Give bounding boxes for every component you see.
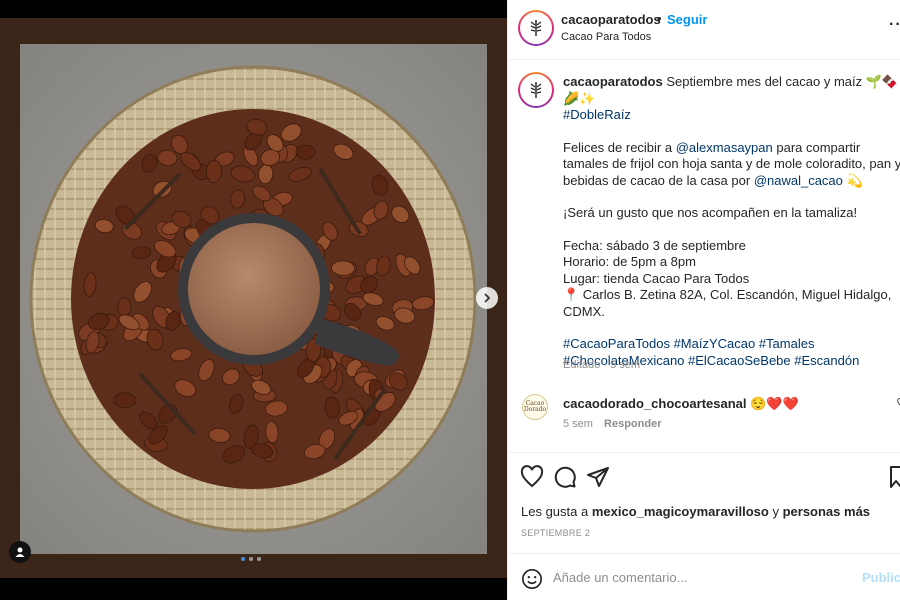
cacao-bean: [295, 144, 316, 160]
bookmark-icon[interactable]: [889, 465, 900, 492]
carousel-dot: [257, 557, 261, 561]
caption-username[interactable]: cacaoparatodos: [563, 74, 663, 89]
caption-avatar[interactable]: [518, 72, 554, 108]
post-date[interactable]: SEPTIEMBRE 2: [521, 528, 590, 538]
cacao-bean: [206, 159, 222, 183]
likes-user[interactable]: mexico_magicoymaravilloso: [592, 504, 769, 519]
caption-meta: Editado · 5 sem: [563, 359, 641, 371]
comment-text: 😌❤️❤️: [746, 396, 799, 411]
media-viewer: [0, 0, 507, 600]
emoji-icon[interactable]: [521, 568, 543, 593]
cacao-logo-icon: [530, 20, 542, 36]
post-location[interactable]: Cacao Para Todos: [561, 31, 651, 43]
event-address: 📍 Carlos B. Zetina 82A, Col. Escandón, M…: [563, 287, 892, 319]
comment-avatar[interactable]: Cacao Dorado: [522, 394, 548, 420]
next-image-button[interactable]: [476, 287, 498, 309]
post-header: cacaoparatodos • Seguir Cacao Para Todos…: [508, 0, 900, 60]
publish-button[interactable]: Publicar: [862, 570, 900, 585]
hashtag-link[interactable]: #DobleRaíz: [563, 107, 631, 122]
post-photo: [20, 44, 487, 554]
avatar-ring: [520, 74, 552, 106]
carousel-dot: [241, 557, 245, 561]
cacao-bean: [331, 260, 355, 276]
heart-icon[interactable]: [520, 465, 544, 492]
mention-link[interactable]: @alexmasaypan: [676, 140, 773, 155]
mention-link[interactable]: @nawal_cacao: [754, 173, 843, 188]
profile-avatar[interactable]: [518, 10, 554, 46]
reply-button[interactable]: Responder: [604, 418, 661, 430]
event-time: Horario: de 5pm a 8pm: [563, 254, 696, 269]
tagged-users-button[interactable]: [9, 541, 31, 563]
carousel-dots: [241, 557, 261, 561]
cacao-bean: [117, 297, 132, 317]
caption-text: Felices de recibir a: [563, 139, 676, 155]
event-place: Lugar: tienda Cacao Para Todos: [563, 270, 750, 286]
comment-form: Publicar: [508, 553, 900, 600]
share-icon[interactable]: [586, 465, 610, 492]
likes-others[interactable]: personas más: [783, 504, 870, 519]
comment-icon[interactable]: [553, 465, 577, 492]
caption-text: ¡Será un gusto que nos acompañen en la t…: [563, 205, 858, 220]
action-bar: Les gusta a mexico_magicoymaravilloso y …: [508, 452, 900, 600]
comment-meta: 5 sem Responder: [563, 418, 662, 430]
cacao-bean: [113, 392, 137, 409]
comment-input[interactable]: [553, 566, 853, 588]
cacao-photo-illustration: [20, 44, 487, 554]
caption-text: 💫: [842, 172, 863, 188]
follow-button[interactable]: Seguir: [667, 12, 707, 27]
avatar-ring: [520, 12, 552, 44]
cacao-logo-icon: [530, 82, 542, 98]
chevron-right-icon: [484, 293, 491, 303]
post-username[interactable]: cacaoparatodos: [561, 12, 661, 27]
comment-username[interactable]: cacaodorado_chocoartesanal: [563, 396, 747, 411]
carousel-dot: [249, 557, 253, 561]
comment-time: 5 sem: [563, 418, 593, 430]
likes-prefix: Les gusta a: [521, 504, 592, 519]
likes-middle: y: [768, 504, 783, 519]
comment-body: cacaodorado_chocoartesanal 😌❤️❤️: [563, 396, 799, 412]
user-icon: [15, 547, 25, 557]
separator-dot: •: [657, 11, 662, 26]
post-caption: cacaoparatodos Septiembre mes del cacao …: [563, 74, 900, 369]
post-panel: cacaoparatodos • Seguir Cacao Para Todos…: [507, 0, 900, 600]
event-date: Fecha: sábado 3 de septiembre: [563, 237, 746, 253]
more-options-icon[interactable]: ···: [889, 16, 900, 34]
hashtag-links[interactable]: #CacaoParaTodos #MaízYCacao #Tamales: [563, 336, 900, 353]
likes-summary: Les gusta a mexico_magicoymaravilloso y …: [521, 504, 870, 519]
